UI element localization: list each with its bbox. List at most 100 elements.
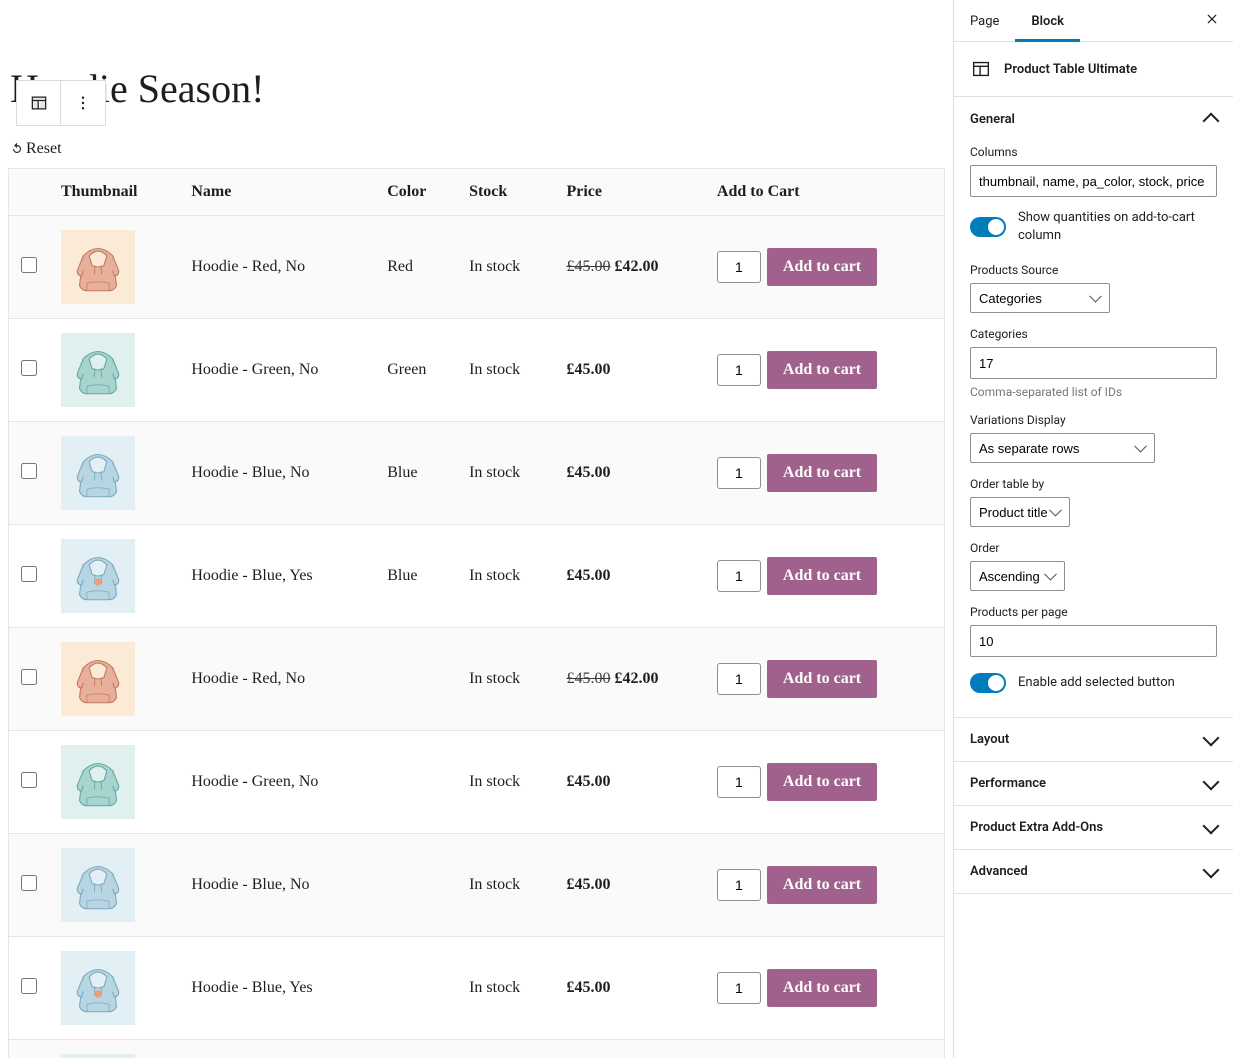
add-to-cart-button[interactable]: Add to cart bbox=[767, 866, 877, 904]
product-price: £45.00 bbox=[554, 319, 704, 422]
table-row bbox=[9, 1040, 945, 1058]
product-color bbox=[375, 731, 457, 834]
panel-advanced-header[interactable]: Advanced bbox=[954, 850, 1233, 893]
product-thumbnail[interactable] bbox=[61, 1054, 135, 1058]
block-options-button[interactable] bbox=[61, 81, 105, 125]
product-thumbnail[interactable] bbox=[61, 333, 135, 407]
product-thumbnail[interactable] bbox=[61, 745, 135, 819]
product-price: £45.00£42.00 bbox=[554, 216, 704, 319]
close-sidebar-button[interactable] bbox=[1191, 10, 1233, 31]
add-to-cart-button[interactable]: Add to cart bbox=[767, 351, 877, 389]
product-stock: In stock bbox=[457, 937, 554, 1040]
col-price[interactable]: Price bbox=[554, 169, 704, 216]
add-to-cart-button[interactable]: Add to cart bbox=[767, 557, 877, 595]
input-categories[interactable] bbox=[970, 347, 1217, 379]
input-per-page[interactable] bbox=[970, 625, 1217, 657]
toggle-enable-add-selected[interactable] bbox=[970, 673, 1006, 693]
row-checkbox[interactable] bbox=[21, 257, 37, 273]
row-checkbox[interactable] bbox=[21, 978, 37, 994]
add-to-cart-button[interactable]: Add to cart bbox=[767, 660, 877, 698]
product-name[interactable]: Hoodie - Blue, No bbox=[179, 834, 375, 937]
panel-layout-header[interactable]: Layout bbox=[954, 718, 1233, 761]
product-stock: In stock bbox=[457, 731, 554, 834]
quantity-input[interactable] bbox=[717, 354, 761, 386]
reset-button[interactable]: Reset bbox=[0, 136, 953, 168]
product-name[interactable]: Hoodie - Blue, Yes bbox=[179, 525, 375, 628]
add-to-cart-button[interactable]: Add to cart bbox=[767, 248, 877, 286]
col-cart[interactable]: Add to Cart bbox=[705, 169, 945, 216]
label-source: Products Source bbox=[970, 263, 1217, 277]
quantity-input[interactable] bbox=[717, 766, 761, 798]
product-price: £45.00£42.00 bbox=[554, 628, 704, 731]
chevron-down-icon bbox=[1203, 773, 1220, 790]
table-row: Hoodie - Blue, Yes In stock £45.00 Add t… bbox=[9, 937, 945, 1040]
product-name[interactable]: Hoodie - Green, No bbox=[179, 319, 375, 422]
dots-icon bbox=[74, 94, 92, 112]
panel-addons-header[interactable]: Product Extra Add-Ons bbox=[954, 806, 1233, 849]
product-name[interactable]: Hoodie - Green, No bbox=[179, 731, 375, 834]
product-thumbnail[interactable] bbox=[61, 230, 135, 304]
product-thumbnail[interactable] bbox=[61, 436, 135, 510]
product-table: Thumbnail Name Color Stock Price Add to … bbox=[8, 168, 945, 1058]
block-toolbar bbox=[16, 80, 106, 126]
tab-page[interactable]: Page bbox=[954, 0, 1015, 41]
label-columns: Columns bbox=[970, 145, 1217, 159]
table-row: Hoodie - Green, No In stock £45.00 Add t… bbox=[9, 731, 945, 834]
quantity-input[interactable] bbox=[717, 869, 761, 901]
label-show-quantities: Show quantities on add-to-cart column bbox=[1018, 209, 1217, 245]
chevron-up-icon bbox=[1203, 113, 1220, 130]
add-to-cart-button[interactable]: Add to cart bbox=[767, 763, 877, 801]
row-checkbox[interactable] bbox=[21, 566, 37, 582]
input-columns[interactable] bbox=[970, 165, 1217, 197]
product-stock: In stock bbox=[457, 525, 554, 628]
block-type-button[interactable] bbox=[17, 81, 61, 125]
quantity-input[interactable] bbox=[717, 972, 761, 1004]
row-checkbox[interactable] bbox=[21, 772, 37, 788]
label-order-by: Order table by bbox=[970, 477, 1217, 491]
product-thumbnail[interactable] bbox=[61, 642, 135, 716]
col-thumbnail[interactable]: Thumbnail bbox=[49, 169, 179, 216]
select-order-by[interactable] bbox=[970, 497, 1070, 527]
quantity-input[interactable] bbox=[717, 560, 761, 592]
hoodie-icon bbox=[61, 745, 135, 819]
panel-general: General Columns Show quantities on add-t… bbox=[954, 97, 1233, 718]
toggle-show-quantities[interactable] bbox=[970, 217, 1006, 237]
product-stock: In stock bbox=[457, 834, 554, 937]
product-name[interactable]: Hoodie - Blue, No bbox=[179, 422, 375, 525]
product-name[interactable]: Hoodie - Red, No bbox=[179, 216, 375, 319]
row-checkbox[interactable] bbox=[21, 669, 37, 685]
product-price: £45.00 bbox=[554, 937, 704, 1040]
col-color[interactable]: Color bbox=[375, 169, 457, 216]
add-to-cart-button[interactable]: Add to cart bbox=[767, 454, 877, 492]
panel-layout: Layout bbox=[954, 718, 1233, 762]
product-color: Green bbox=[375, 319, 457, 422]
product-color: Blue bbox=[375, 422, 457, 525]
row-checkbox[interactable] bbox=[21, 875, 37, 891]
select-variations-display[interactable] bbox=[970, 433, 1155, 463]
hoodie-icon bbox=[61, 951, 135, 1025]
product-thumbnail[interactable] bbox=[61, 951, 135, 1025]
col-name[interactable]: Name bbox=[179, 169, 375, 216]
help-categories: Comma-separated list of IDs bbox=[970, 385, 1217, 399]
select-order[interactable] bbox=[970, 561, 1065, 591]
panel-general-header[interactable]: General bbox=[954, 97, 1233, 141]
hoodie-icon bbox=[61, 1054, 135, 1058]
select-products-source[interactable] bbox=[970, 283, 1110, 313]
row-checkbox[interactable] bbox=[21, 360, 37, 376]
label-per-page: Products per page bbox=[970, 605, 1217, 619]
product-color bbox=[375, 937, 457, 1040]
product-name[interactable]: Hoodie - Blue, Yes bbox=[179, 937, 375, 1040]
product-name[interactable]: Hoodie - Red, No bbox=[179, 628, 375, 731]
product-thumbnail[interactable] bbox=[61, 848, 135, 922]
chevron-down-icon bbox=[1203, 861, 1220, 878]
product-thumbnail[interactable] bbox=[61, 539, 135, 613]
row-checkbox[interactable] bbox=[21, 463, 37, 479]
add-to-cart-button[interactable]: Add to cart bbox=[767, 969, 877, 1007]
col-stock[interactable]: Stock bbox=[457, 169, 554, 216]
quantity-input[interactable] bbox=[717, 663, 761, 695]
table-row: Hoodie - Blue, No Blue In stock £45.00 A… bbox=[9, 422, 945, 525]
tab-block[interactable]: Block bbox=[1015, 0, 1080, 42]
panel-performance-header[interactable]: Performance bbox=[954, 762, 1233, 805]
quantity-input[interactable] bbox=[717, 251, 761, 283]
quantity-input[interactable] bbox=[717, 457, 761, 489]
